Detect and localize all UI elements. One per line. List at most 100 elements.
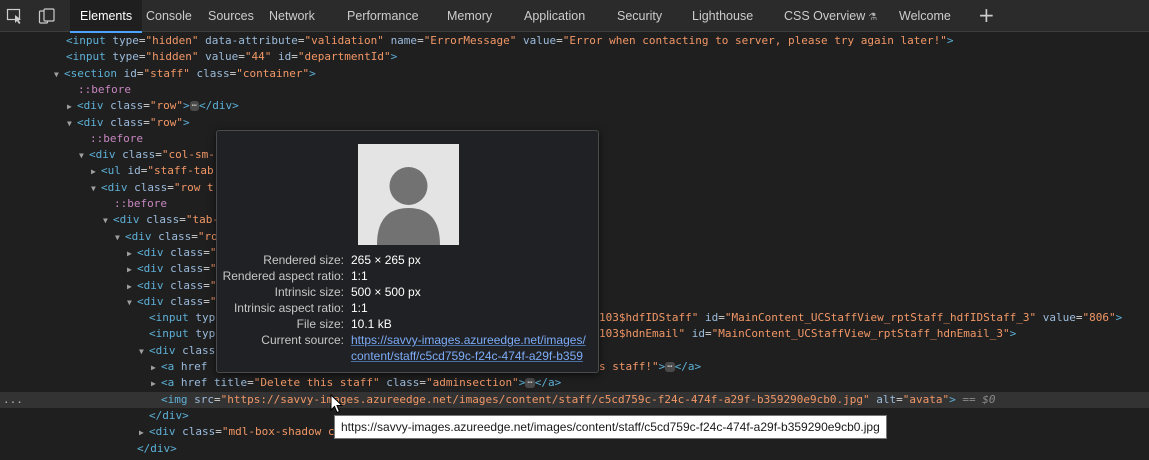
attr-name: class <box>122 148 156 162</box>
attr-name: type <box>112 50 139 64</box>
tree-line-selected[interactable]: ... <img src="https://savvy-images.azuree… <box>0 391 1149 408</box>
row-menu-icon[interactable]: ... <box>3 392 23 408</box>
attr-name: class <box>196 66 230 80</box>
intrinsic-aspect-row: Intrinsic aspect ratio: 1:1 <box>217 301 600 317</box>
tag-close: > <box>949 392 956 406</box>
current-source-link[interactable]: https://savvy-images.azureedge.net/image… <box>351 333 586 347</box>
collapsed-triangle-icon[interactable]: ▶ <box>151 360 161 376</box>
tag-close: > <box>183 115 190 129</box>
collapsed-triangle-icon[interactable]: ▶ <box>151 376 161 392</box>
tab-performance[interactable]: Performance <box>347 0 419 32</box>
ellipsis-badge[interactable]: ⋯ <box>525 378 535 389</box>
tab-css-overview-label: CSS Overview <box>784 9 866 23</box>
intrinsic-size-label: Intrinsic size: <box>274 285 344 299</box>
attr-name: href <box>180 360 208 373</box>
attr-value: "44" <box>244 50 272 64</box>
attr-name: id <box>123 66 137 80</box>
file-size-label: File size: <box>296 317 344 331</box>
console-ref: == $0 <box>962 392 996 406</box>
tab-lighthouse[interactable]: Lighthouse <box>692 0 753 32</box>
tag-name: <a <box>161 360 175 373</box>
tag-close: > <box>1115 311 1123 325</box>
tag-end: </div> <box>137 441 177 455</box>
ellipsis-badge[interactable]: ⋯ <box>189 101 200 112</box>
tab-console[interactable]: Console <box>146 0 192 32</box>
attr-name: data-attribute <box>205 34 298 47</box>
attr-name: src <box>194 392 214 406</box>
attr-name: type <box>112 34 139 47</box>
collapsed-triangle-icon[interactable]: ▶ <box>67 99 77 115</box>
attr-value: 103$hdfIDStaff" <box>599 311 699 325</box>
devtools-toolbar: Elements Console Sources Network Perform… <box>0 0 1149 33</box>
attr-value: "container" <box>236 66 310 80</box>
attr-value: "avata" <box>902 392 950 406</box>
attr-name: value <box>1042 311 1076 325</box>
tree-line[interactable]: </div> <box>0 441 1149 457</box>
tag-name: <img <box>161 392 188 406</box>
attr-name: class <box>170 278 204 292</box>
collapsed-triangle-icon[interactable]: ▶ <box>127 262 137 278</box>
attr-value: "ro <box>197 229 218 243</box>
attr-name: class <box>170 262 204 276</box>
rendered-size-label: Rendered size: <box>263 253 344 267</box>
tree-line[interactable]: ▼ <section id="staff" class="container"> <box>0 66 1149 82</box>
attr-value: "MainContent_UCStaffView_rptStaff_hdfIDS… <box>724 311 1037 325</box>
current-source-label: Current source: <box>261 333 344 347</box>
expand-triangle-icon[interactable]: ▼ <box>139 344 149 360</box>
tag-name: <input <box>66 34 106 47</box>
tab-application[interactable]: Application <box>524 0 585 32</box>
tag-name: <div <box>77 99 104 113</box>
attr-name: id <box>704 311 719 325</box>
tree-line[interactable]: ▶ <a href title="Delete this staff" class… <box>0 375 1149 391</box>
tag-close: > <box>1009 327 1017 341</box>
device-toolbar-icon[interactable] <box>38 8 56 24</box>
tab-memory[interactable]: Memory <box>447 0 492 32</box>
file-size-row: File size: 10.1 kB <box>217 317 600 333</box>
collapsed-triangle-icon[interactable]: ▶ <box>127 279 137 295</box>
attr-value: "row" <box>149 115 183 129</box>
tag-name: <div <box>113 213 140 227</box>
tag-close: > <box>518 376 526 390</box>
tag-close: > <box>658 360 666 373</box>
ellipsis-badge[interactable]: ⋯ <box>665 362 675 372</box>
expand-triangle-icon[interactable]: ▼ <box>91 181 101 197</box>
expand-triangle-icon[interactable]: ▼ <box>67 116 77 132</box>
tag-name: <div <box>149 343 176 357</box>
expand-triangle-icon[interactable]: ▼ <box>54 67 64 83</box>
tree-line[interactable]: ::before <box>0 82 1149 98</box>
attr-value: "Delete this staff" <box>253 376 380 390</box>
tab-welcome[interactable]: Welcome <box>899 0 951 32</box>
inspect-element-icon[interactable] <box>6 8 24 24</box>
expand-triangle-icon[interactable]: ▼ <box>115 230 125 246</box>
tab-sources[interactable]: Sources <box>208 0 254 32</box>
pseudo-element: ::before <box>90 131 143 145</box>
tag-end: </a> <box>534 376 562 390</box>
collapsed-triangle-icon[interactable]: ▶ <box>91 164 101 180</box>
tag-name: <input <box>66 50 106 64</box>
tree-line[interactable]: <input type="hidden" data-attribute="val… <box>0 33 1149 49</box>
intrinsic-aspect-label: Intrinsic aspect ratio: <box>233 301 344 315</box>
tab-network[interactable]: Network <box>269 0 315 32</box>
add-tab-icon[interactable]: + <box>978 4 995 26</box>
tree-line[interactable]: ▶ <div class="row"> ⋯ </div> <box>0 98 1149 114</box>
attr-name: typ <box>195 311 216 325</box>
attr-value-link[interactable]: "https://savvy-images.azureedge.net/imag… <box>221 393 870 406</box>
tag-name: <ul <box>101 164 121 178</box>
collapsed-triangle-icon[interactable]: ▶ <box>139 425 149 441</box>
attr-name: class <box>110 99 144 113</box>
tab-css-overview[interactable]: CSS Overview ⚗ <box>784 0 877 32</box>
current-source-link-cont[interactable]: content/staff/c5cd759c-f24c-474f-a29f-b3… <box>351 349 583 363</box>
tab-elements[interactable]: Elements <box>70 0 143 33</box>
attr-name: class <box>386 376 420 390</box>
collapsed-triangle-icon[interactable]: ▶ <box>127 246 137 262</box>
expand-triangle-icon[interactable]: ▼ <box>103 213 113 229</box>
rendered-aspect-value: 1:1 <box>351 269 368 283</box>
expand-triangle-icon[interactable]: ▼ <box>79 148 89 164</box>
attr-name: alt <box>876 392 897 406</box>
attr-value: "adminsection" <box>425 376 519 390</box>
expand-triangle-icon[interactable]: ▼ <box>127 295 137 311</box>
tree-line[interactable]: <input type="hidden" value="44" id="depa… <box>0 49 1149 65</box>
tab-security[interactable]: Security <box>617 0 662 32</box>
tag-end: </div> <box>149 408 189 422</box>
tree-line[interactable]: ▼ <div class="row"> <box>0 115 1149 131</box>
